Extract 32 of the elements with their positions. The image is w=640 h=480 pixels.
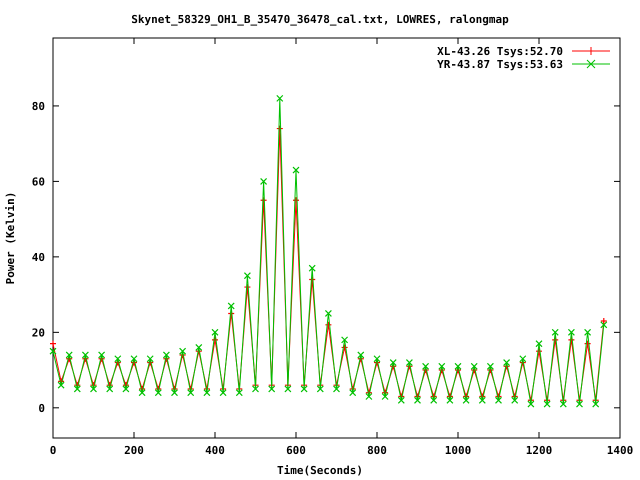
x-axis-label: Time(Seconds) — [276, 464, 364, 477]
x-tick-label: 0 — [50, 444, 56, 457]
y-tick-label: 40 — [32, 250, 45, 264]
x-tick-label: 600 — [286, 444, 306, 457]
data-point — [584, 328, 592, 336]
data-point — [260, 196, 268, 204]
data-point — [276, 94, 284, 102]
y-tick-label: 20 — [32, 326, 45, 340]
data-point — [584, 340, 592, 348]
y-tick-label: 60 — [32, 175, 45, 188]
data-point — [292, 166, 300, 174]
data-point — [276, 124, 284, 132]
data-point — [324, 310, 332, 318]
y-axis-label: Power (Kelvin) — [4, 192, 17, 284]
data-point — [244, 283, 251, 291]
y-tick-label: 0 — [38, 402, 45, 415]
legend-label: YR-43.87 Tsys:53.63 — [437, 58, 563, 71]
data-point — [308, 264, 316, 272]
data-point — [244, 272, 251, 280]
chart-title: Skynet_58329_OH1_B_35470_36478_cal.txt, LOWRES, ralongmap — [131, 13, 509, 26]
data-point — [324, 321, 332, 328]
data-point — [260, 178, 268, 185]
x-tick-label: 200 — [124, 444, 144, 457]
x-tick-label: 1000 — [444, 444, 472, 457]
x-tick-label: 400 — [205, 444, 225, 457]
x-tick-label: 800 — [367, 444, 387, 457]
x-tick-label: 1200 — [526, 444, 552, 457]
x-tick-label: 1400 — [606, 444, 634, 457]
data-point — [308, 276, 316, 284]
data-point — [292, 196, 300, 204]
legend-label: XL-43.26 Tsys:52.70 — [437, 45, 563, 58]
y-tick-label: 80 — [32, 100, 45, 113]
